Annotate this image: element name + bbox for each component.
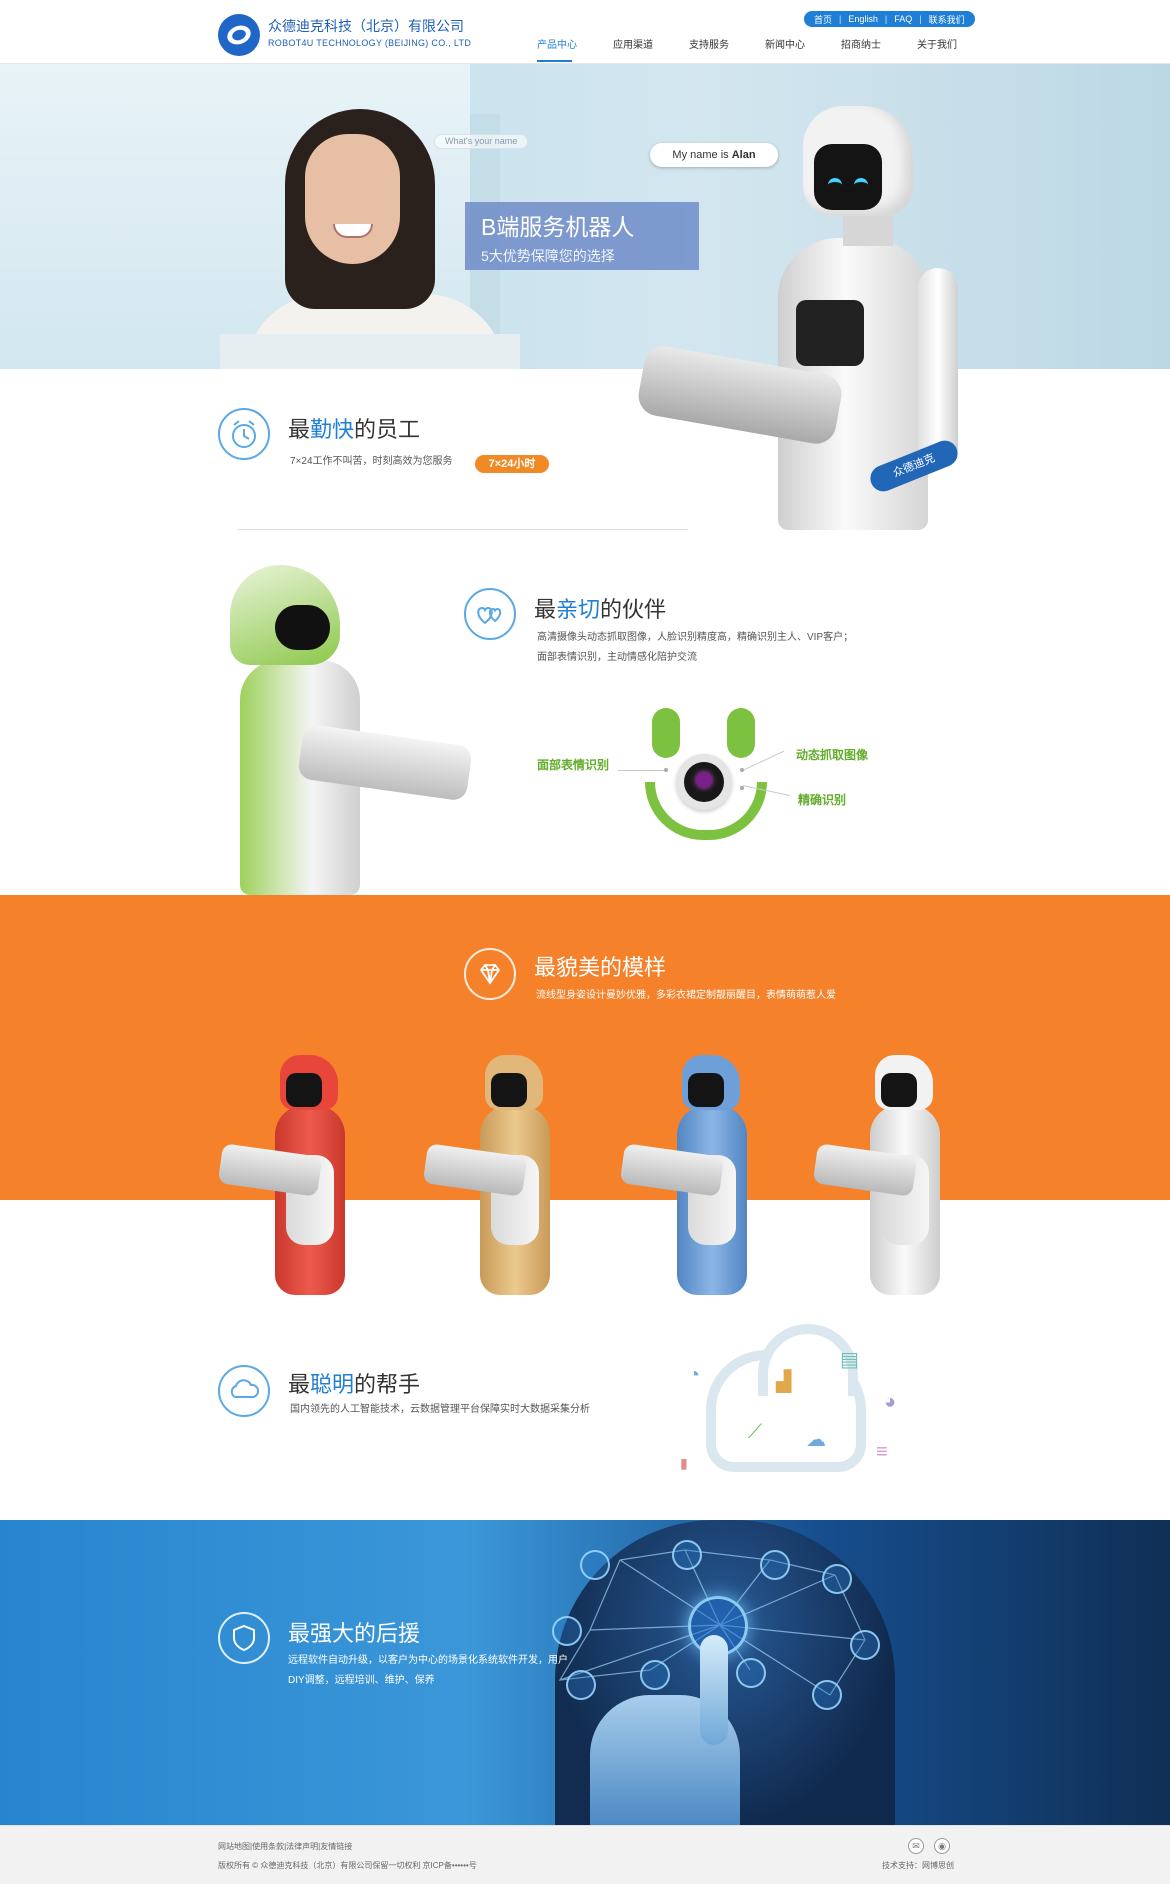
feature-title-support: 最强大的后援 [288, 1621, 421, 1646]
diamond-icon [464, 948, 516, 1000]
whats-your-name-bubble: What's your name [434, 134, 529, 149]
section-divider [238, 529, 688, 530]
section-support [0, 1520, 1170, 1825]
company-logo[interactable] [218, 14, 260, 56]
weibo-icon[interactable]: ◉ [934, 1838, 950, 1854]
feature-title-smart: 最聪明的帮手 [288, 1372, 421, 1397]
network-node [580, 1550, 610, 1580]
feature-desc-beauty: 流线型身姿设计曼妙优雅，多彩衣裙定制靓丽醒目，表情萌萌惹人爱 [536, 990, 836, 1001]
section-beauty [0, 895, 1170, 1200]
woman-image-face [305, 134, 400, 264]
top-link-home[interactable]: 首页 [814, 13, 832, 26]
top-link-faq[interactable]: FAQ [894, 14, 912, 24]
finger-image [700, 1635, 728, 1745]
robot-face [491, 1073, 527, 1107]
network-node [736, 1658, 766, 1688]
connector-dot [664, 768, 668, 772]
robot-image-green [220, 565, 480, 895]
hero-desk [220, 334, 520, 369]
robot-screen [796, 300, 864, 366]
site-footer: 网站地图|使用条款|法律声明|友情链接 版权所有 © 众德迪克科技（北京）有限公… [0, 1825, 1170, 1884]
network-node [760, 1550, 790, 1580]
robot-arm [918, 268, 958, 468]
feature-desc-smart: 国内领先的人工智能技术，云数据管理平台保障实时大数据采集分析 [290, 1404, 590, 1415]
main-nav: 产品中心 应用渠道 支持服务 新闻中心 招商纳士 关于我们 [537, 36, 993, 62]
robot-image-white: 众德迪克 [628, 98, 968, 530]
line-chart-icon: ⟋ [748, 1421, 762, 1443]
hero-banner: What's your name B端服务机器人 5大优势保障您的选择 [0, 64, 1170, 369]
camera-lens-icon [676, 754, 732, 810]
robot-face [286, 1073, 322, 1107]
company-name-cn[interactable]: 众德迪克科技（北京）有限公司 [268, 16, 464, 36]
separator: | [839, 14, 842, 24]
robot-face [688, 1073, 724, 1107]
robot-face [814, 144, 882, 210]
nav-item-news[interactable]: 新闻中心 [765, 36, 841, 62]
cloud-upload-icon: ☁ [806, 1429, 826, 1451]
smiley-eye-left [652, 708, 680, 758]
feature-title-diligent: 最勤快的员工 [288, 417, 421, 442]
shield-icon [218, 1612, 270, 1664]
nav-item-recruit[interactable]: 招商纳士 [841, 36, 917, 62]
wechat-icon[interactable]: ✉ [908, 1838, 924, 1854]
robot-eye-left [828, 178, 842, 186]
connector-dot [740, 768, 744, 772]
robot-face [881, 1073, 917, 1107]
cloud-icon [218, 1365, 270, 1417]
footer-links[interactable]: 网站地图|使用条款|法律声明|友情链接 [218, 1841, 352, 1852]
top-link-contact[interactable]: 联系我们 [929, 13, 965, 26]
network-node [552, 1616, 582, 1646]
smiley-eye-right [727, 708, 755, 758]
label-dynamic-capture: 动态抓取图像 [796, 748, 869, 762]
alarm-clock-icon [218, 408, 270, 460]
pie-chart-icon: ◕ [884, 1391, 897, 1413]
hearts-icon [464, 588, 516, 640]
nav-item-products[interactable]: 产品中心 [537, 36, 613, 62]
company-name-en: ROBOT4U TECHNOLOGY (BEIJING) CO., LTD [268, 38, 472, 48]
label-facial-recognition: 面部表情识别 [537, 758, 610, 772]
network-node [640, 1660, 670, 1690]
network-node [850, 1630, 880, 1660]
site-header: 众德迪克科技（北京）有限公司 ROBOT4U TECHNOLOGY (BEIJI… [0, 0, 1170, 64]
footer-copyright: 版权所有 © 众德迪克科技（北京）有限公司保留一切权利 京ICP备••••••号 [218, 1861, 477, 1870]
feature-desc-support: 远程软件自动升级，以客户为中心的场景化系统软件开发，用户 DIY调整，远程培训、… [288, 1655, 568, 1686]
feature-title-beauty: 最貌美的模样 [534, 955, 667, 980]
robot-image-blue [619, 1055, 762, 1295]
network-node [812, 1680, 842, 1710]
top-link-english[interactable]: English [848, 14, 878, 24]
connector-dot [740, 786, 744, 790]
storage-icon: ▮ [680, 1455, 688, 1471]
robot-eye-right [854, 178, 868, 186]
badge-7x24: 7×24小时 [475, 455, 549, 473]
nav-item-support[interactable]: 支持服务 [689, 36, 765, 62]
robot-image-gold [422, 1055, 565, 1295]
robot-image-white-small [812, 1055, 955, 1295]
label-connector [618, 770, 666, 771]
top-links-bar: 首页 | English | FAQ | 联系我们 [804, 11, 975, 27]
robot-visor [275, 605, 330, 650]
footer-tech-support[interactable]: 技术支持：网博思创 [882, 1860, 954, 1871]
network-node [822, 1564, 852, 1594]
label-precise-recognition: 精确识别 [798, 793, 847, 807]
nav-item-channels[interactable]: 应用渠道 [613, 36, 689, 62]
feature-desc-diligent: 7×24工作不叫苦，时刻高效为您服务 [290, 456, 453, 467]
network-node [672, 1540, 702, 1570]
database-icon: ▤ [840, 1349, 859, 1371]
separator: | [884, 14, 888, 24]
bar-chart-icon: ▟ [776, 1371, 792, 1393]
server-icon: ≡ [876, 1441, 888, 1463]
feature-title-friendly: 最亲切的伙伴 [534, 597, 667, 622]
network-node [566, 1670, 596, 1700]
separator: | [919, 14, 922, 24]
robot-neck [843, 216, 893, 246]
pie-chart-icon: ◔ [688, 1364, 701, 1386]
robot-image-red [217, 1055, 360, 1295]
nav-item-about[interactable]: 关于我们 [917, 36, 993, 62]
feature-desc-friendly: 高清摄像头动态抓取图像，人脸识别精度高，精确识别主人、VIP客户； 面部表情识别… [537, 632, 854, 663]
